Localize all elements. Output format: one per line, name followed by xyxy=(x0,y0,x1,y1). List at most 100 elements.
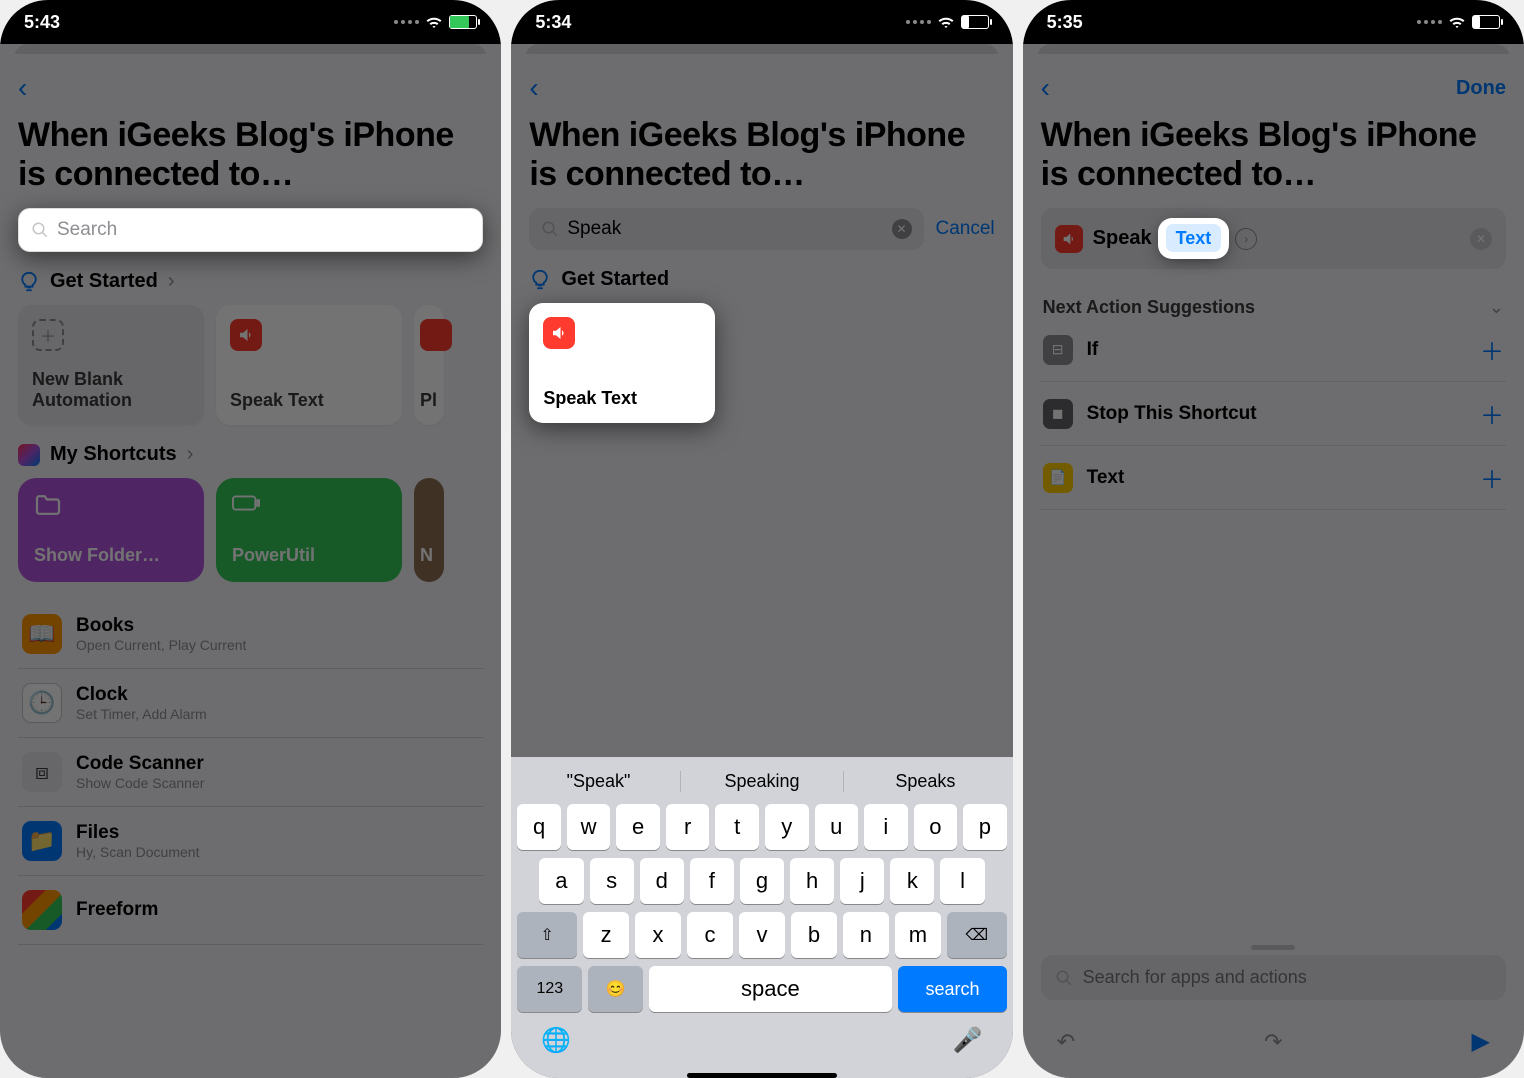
files-icon: 📁 xyxy=(22,821,62,861)
key-r[interactable]: r xyxy=(666,804,710,850)
app-sub: Show Code Scanner xyxy=(76,775,204,791)
key-m[interactable]: m xyxy=(895,912,941,958)
sheet: ‹ Done When iGeeks Blog's iPhone is conn… xyxy=(1023,54,1524,1078)
done-button[interactable]: Done xyxy=(1456,77,1506,100)
app-row-clock[interactable]: 🕒 Clock Set Timer, Add Alarm xyxy=(18,669,483,738)
back-button[interactable]: ‹ xyxy=(1041,72,1050,104)
bottom-search-bar[interactable] xyxy=(1041,955,1506,1000)
sheet-grabber[interactable] xyxy=(1251,945,1295,950)
bottom-search-input[interactable] xyxy=(1083,967,1492,988)
key-y[interactable]: y xyxy=(765,804,809,850)
key-k[interactable]: k xyxy=(890,858,934,904)
suggestion-if[interactable]: ⊟ If ＋ xyxy=(1041,318,1506,382)
shortcut-powerutil[interactable]: PowerUtil xyxy=(216,478,402,582)
sheet: ‹ When iGeeks Blog's iPhone is connected… xyxy=(0,54,501,1078)
key-z[interactable]: z xyxy=(583,912,629,958)
undo-button[interactable]: ↶ xyxy=(1057,1029,1075,1055)
clear-button[interactable]: ✕ xyxy=(892,219,912,239)
redo-button[interactable]: ↷ xyxy=(1264,1029,1282,1055)
keyboard[interactable]: "Speak" Speaking Speaks q w e r t y u i … xyxy=(511,757,1012,1078)
key-n[interactable]: n xyxy=(843,912,889,958)
key-a[interactable]: a xyxy=(539,858,583,904)
app-name: Clock xyxy=(76,684,207,706)
suggestion-stop[interactable]: ◼ Stop This Shortcut ＋ xyxy=(1041,382,1506,446)
cancel-button[interactable]: Cancel xyxy=(936,218,995,240)
key-g[interactable]: g xyxy=(740,858,784,904)
shift-key[interactable]: ⇧ xyxy=(517,912,577,958)
cellular-icon xyxy=(906,20,931,24)
key-q[interactable]: q xyxy=(517,804,561,850)
key-b[interactable]: b xyxy=(791,912,837,958)
backspace-key[interactable]: ⌫ xyxy=(947,912,1007,958)
suggestion[interactable]: "Speak" xyxy=(517,771,680,792)
remove-action-button[interactable]: ✕ xyxy=(1470,228,1492,250)
get-started-link[interactable]: Get Started xyxy=(529,268,994,291)
keyboard-suggestions[interactable]: "Speak" Speaking Speaks xyxy=(511,763,1012,800)
numbers-key[interactable]: 123 xyxy=(517,966,582,1012)
search-bar[interactable]: ✕ xyxy=(529,208,923,250)
key-v[interactable]: v xyxy=(739,912,785,958)
add-icon[interactable]: ＋ xyxy=(1480,396,1504,431)
app-row-books[interactable]: 📖 Books Open Current, Play Current xyxy=(18,600,483,669)
key-o[interactable]: o xyxy=(914,804,958,850)
app-row-scanner[interactable]: ⧈ Code Scanner Show Code Scanner xyxy=(18,738,483,807)
result-speak-text[interactable]: Speak Text xyxy=(529,303,715,423)
key-x[interactable]: x xyxy=(635,912,681,958)
search-input[interactable] xyxy=(57,219,470,241)
key-j[interactable]: j xyxy=(840,858,884,904)
key-f[interactable]: f xyxy=(690,858,734,904)
card-label: New Blank Automation xyxy=(32,369,190,411)
text-token[interactable]: Text xyxy=(1166,224,1222,252)
suggestion-text[interactable]: 📄 Text ＋ xyxy=(1041,446,1506,510)
next-suggestions-header[interactable]: Next Action Suggestions ⌄ xyxy=(1041,297,1506,318)
search-input[interactable] xyxy=(567,218,891,240)
get-started-link[interactable]: Get Started › xyxy=(18,270,483,293)
app-name: Books xyxy=(76,615,246,637)
expand-icon[interactable]: › xyxy=(1235,228,1257,250)
play-button[interactable]: ▶ xyxy=(1472,1027,1490,1056)
action-speak-text[interactable]: Speak Text › ✕ xyxy=(1041,208,1506,269)
phone-2: 5:34 ‹ When iGeeks Blog's iPhone is conn… xyxy=(511,0,1012,1078)
my-shortcuts-link[interactable]: My Shortcuts › xyxy=(18,443,483,466)
back-button[interactable]: ‹ xyxy=(529,72,538,104)
key-row-4: 123 😊 space search xyxy=(511,962,1012,1016)
card-new-blank[interactable]: ＋ New Blank Automation xyxy=(18,305,204,425)
search-bar[interactable] xyxy=(18,208,483,252)
suggestion[interactable]: Speaks xyxy=(844,771,1006,792)
key-i[interactable]: i xyxy=(864,804,908,850)
card-partial[interactable]: Pl xyxy=(414,305,444,425)
add-icon[interactable]: ＋ xyxy=(1480,460,1504,495)
search-key[interactable]: search xyxy=(898,966,1006,1012)
keyboard-bottom: 🌐 🎤 xyxy=(511,1016,1012,1073)
key-l[interactable]: l xyxy=(940,858,984,904)
key-d[interactable]: d xyxy=(640,858,684,904)
space-key[interactable]: space xyxy=(649,966,893,1012)
key-e[interactable]: e xyxy=(616,804,660,850)
key-w[interactable]: w xyxy=(567,804,611,850)
app-row-freeform[interactable]: Freeform xyxy=(18,876,483,945)
key-p[interactable]: p xyxy=(963,804,1007,850)
key-t[interactable]: t xyxy=(715,804,759,850)
cellular-icon xyxy=(1417,20,1442,24)
navbar: ‹ xyxy=(529,66,994,110)
mic-icon[interactable]: 🎤 xyxy=(953,1026,983,1055)
key-s[interactable]: s xyxy=(590,858,634,904)
page-title: When iGeeks Blog's iPhone is connected t… xyxy=(18,116,483,194)
back-button[interactable]: ‹ xyxy=(18,72,27,104)
add-icon[interactable]: ＋ xyxy=(1480,332,1504,367)
app-row-files[interactable]: 📁 Files Hy, Scan Document xyxy=(18,807,483,876)
key-u[interactable]: u xyxy=(815,804,859,850)
key-h[interactable]: h xyxy=(790,858,834,904)
globe-icon[interactable]: 🌐 xyxy=(541,1026,571,1055)
card-label-partial: Pl xyxy=(420,390,438,411)
search-icon xyxy=(31,221,49,239)
emoji-key[interactable]: 😊 xyxy=(588,966,642,1012)
suggestion[interactable]: Speaking xyxy=(681,771,844,792)
card-speak-text[interactable]: Speak Text xyxy=(216,305,402,425)
speaker-icon xyxy=(230,319,262,351)
get-started-cards: ＋ New Blank Automation Speak Text Pl xyxy=(18,305,483,425)
shortcut-folder[interactable]: Show Folder… xyxy=(18,478,204,582)
key-c[interactable]: c xyxy=(687,912,733,958)
shortcut-partial[interactable]: N xyxy=(414,478,444,582)
app-name: Freeform xyxy=(76,899,158,921)
